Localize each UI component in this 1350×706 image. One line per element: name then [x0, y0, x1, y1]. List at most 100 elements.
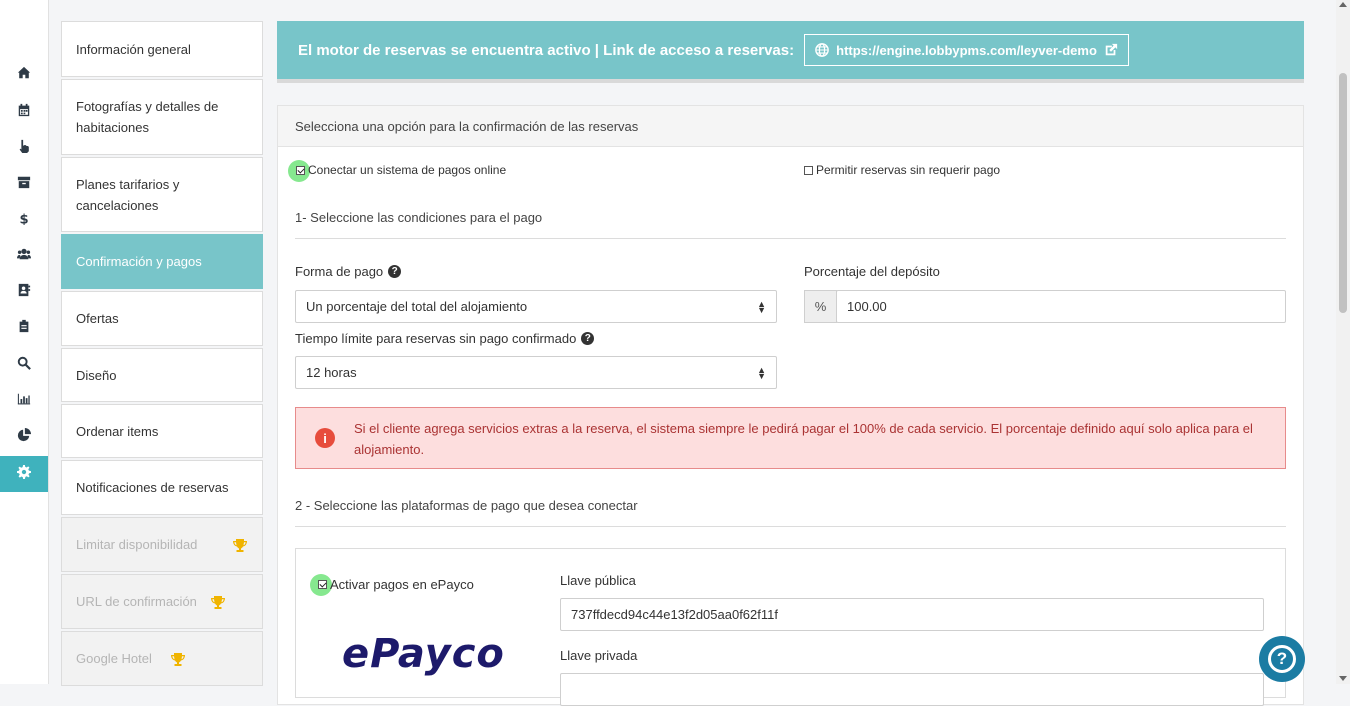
globe-icon — [815, 43, 829, 57]
checkbox-epayco[interactable] — [318, 580, 327, 589]
archive-icon — [17, 175, 31, 194]
bar-chart-icon — [17, 392, 31, 411]
public-key-input[interactable]: 737ffdecd94c44e13f2d05aa0f62f11f — [560, 598, 1264, 631]
booking-engine-link[interactable]: https://engine.lobbypms.com/leyver-demo — [804, 34, 1129, 66]
alert-text: Si el cliente agrega servicios extras a … — [354, 421, 1253, 457]
nav-clipboard[interactable] — [0, 310, 48, 346]
page-scrollbar[interactable] — [1336, 0, 1350, 684]
submenu-item-photos[interactable]: Fotografías y detalles de habitaciones — [61, 79, 263, 155]
submenu-item-label: Limitar disponibilidad — [76, 537, 198, 552]
submenu-item-confirmation-payments[interactable]: Confirmación y pagos — [61, 234, 263, 289]
option-online-payments[interactable]: Conectar un sistema de pagos online — [296, 163, 506, 177]
trophy-icon — [210, 595, 226, 609]
nav-settings[interactable] — [0, 456, 48, 492]
calendar-icon — [17, 103, 31, 122]
time-limit-label-text: Tiempo límite para reservas sin pago con… — [295, 331, 577, 346]
time-limit-select[interactable]: 12 horas ▲ ▼ — [295, 356, 777, 389]
submenu-item-label: Confirmación y pagos — [76, 254, 202, 269]
option-online-payments-label: Conectar un sistema de pagos online — [308, 163, 507, 177]
nav-users[interactable] — [0, 238, 48, 274]
submenu-item-label: Planes tarifarios y cancelaciones — [76, 176, 180, 213]
payment-form-label: Forma de pago ? — [295, 264, 402, 279]
users-icon — [17, 247, 31, 266]
sort-arrows-icon: ▲ ▼ — [757, 298, 766, 315]
submenu-item-order-items[interactable]: Ordenar items — [61, 404, 263, 458]
question-icon: ? — [1268, 645, 1296, 673]
submenu-item-label: URL de confirmación — [76, 594, 197, 609]
epayco-activate-label: Activar pagos en ePayco — [330, 577, 474, 592]
deposit-label: Porcentaje del depósito — [804, 264, 940, 279]
info-circle-icon: i — [315, 428, 335, 448]
panel-header: Selecciona una opción para la confirmaci… — [278, 106, 1303, 147]
epayco-logo: ePayco — [342, 631, 505, 677]
settings-submenu: Información general Fotografías y detall… — [61, 21, 263, 688]
nav-contacts[interactable] — [0, 274, 48, 310]
section-payment-platforms-title: 2 - Seleccione las plataformas de pago q… — [295, 498, 638, 513]
option-no-payment-label: Permitir reservas sin requerir pago — [816, 163, 1001, 177]
banner-text: El motor de reservas se encuentra activo… — [298, 41, 795, 59]
nav-calendar[interactable] — [0, 94, 48, 130]
section-payment-conditions-title: 1- Seleccione las condiciones para el pa… — [295, 210, 543, 225]
nav-pointer[interactable] — [0, 130, 48, 166]
submenu-item-notifications[interactable]: Notificaciones de reservas — [61, 460, 263, 515]
home-icon — [17, 66, 31, 85]
divider — [295, 238, 1286, 239]
nav-finance[interactable]: $ — [0, 202, 48, 238]
booking-engine-url: https://engine.lobbypms.com/leyver-demo — [836, 42, 1097, 58]
contact-book-icon — [17, 283, 31, 302]
submenu-item-label: Fotografías y detalles de habitaciones — [76, 99, 219, 135]
payment-form-value: Un porcentaje del total del alojamiento — [306, 299, 528, 314]
gear-icon — [17, 464, 31, 484]
submenu-item-general[interactable]: Información general — [61, 21, 263, 77]
sort-arrows-icon: ▲ ▼ — [757, 364, 766, 381]
submenu-item-google-hotel[interactable]: Google Hotel — [61, 631, 263, 686]
payment-form-label-text: Forma de pago — [295, 264, 384, 279]
divider — [295, 526, 1286, 527]
pointer-hand-icon — [17, 139, 31, 158]
nav-archive[interactable] — [0, 166, 48, 202]
public-key-label: Llave pública — [560, 573, 636, 588]
checkbox-no-payment[interactable] — [804, 165, 813, 175]
submenu-item-offers[interactable]: Ofertas — [61, 291, 263, 346]
clipboard-icon — [17, 319, 31, 338]
booking-engine-status-banner: El motor de reservas se encuentra activo… — [277, 21, 1304, 83]
svg-text:$: $ — [19, 212, 28, 225]
deposit-percentage-input[interactable]: 100.00 — [836, 290, 1286, 323]
submenu-item-limit-availability[interactable]: Limitar disponibilidad — [61, 517, 263, 572]
trophy-icon — [232, 538, 248, 552]
epayco-activate[interactable]: Activar pagos en ePayco — [318, 577, 474, 592]
pie-chart-icon — [17, 427, 31, 447]
submenu-item-rate-plans[interactable]: Planes tarifarios y cancelaciones — [61, 157, 263, 232]
private-key-label: Llave privada — [560, 648, 638, 663]
private-key-input[interactable] — [560, 673, 1264, 706]
nav-home[interactable] — [0, 57, 48, 93]
search-icon — [17, 356, 31, 375]
submenu-item-label: Google Hotel — [76, 651, 152, 666]
checkbox-online-payments[interactable] — [296, 165, 305, 175]
extras-info-alert: i Si el cliente agrega servicios extras … — [295, 407, 1286, 469]
submenu-item-label: Información general — [76, 41, 191, 57]
percent-addon: % — [804, 290, 837, 323]
payment-form-select[interactable]: Un porcentaje del total del alojamiento … — [295, 290, 777, 323]
help-button[interactable]: ? — [1259, 636, 1305, 682]
submenu-item-design[interactable]: Diseño — [61, 348, 263, 402]
time-limit-label: Tiempo límite para reservas sin pago con… — [295, 331, 595, 346]
nav-search[interactable] — [0, 347, 48, 383]
main-nav-rail: $ — [0, 0, 49, 684]
scroll-up-arrow-icon[interactable] — [1339, 2, 1347, 7]
time-limit-value: 12 horas — [306, 365, 357, 380]
scrollbar-thumb[interactable] — [1339, 73, 1347, 313]
trophy-icon — [170, 652, 186, 666]
nav-statistics[interactable] — [0, 419, 48, 455]
external-link-icon — [1104, 43, 1118, 57]
nav-reports[interactable] — [0, 383, 48, 419]
question-circle-icon[interactable]: ? — [581, 332, 595, 345]
submenu-item-label: Diseño — [76, 367, 117, 383]
scroll-down-arrow-icon[interactable] — [1339, 676, 1347, 681]
option-no-payment[interactable]: Permitir reservas sin requerir pago — [804, 163, 1000, 177]
submenu-item-confirmation-url[interactable]: URL de confirmación — [61, 574, 263, 629]
submenu-item-label: Ordenar items — [76, 423, 159, 439]
question-circle-icon[interactable]: ? — [388, 265, 402, 278]
dollar-icon: $ — [17, 211, 31, 230]
submenu-item-label: Ofertas — [76, 311, 119, 326]
